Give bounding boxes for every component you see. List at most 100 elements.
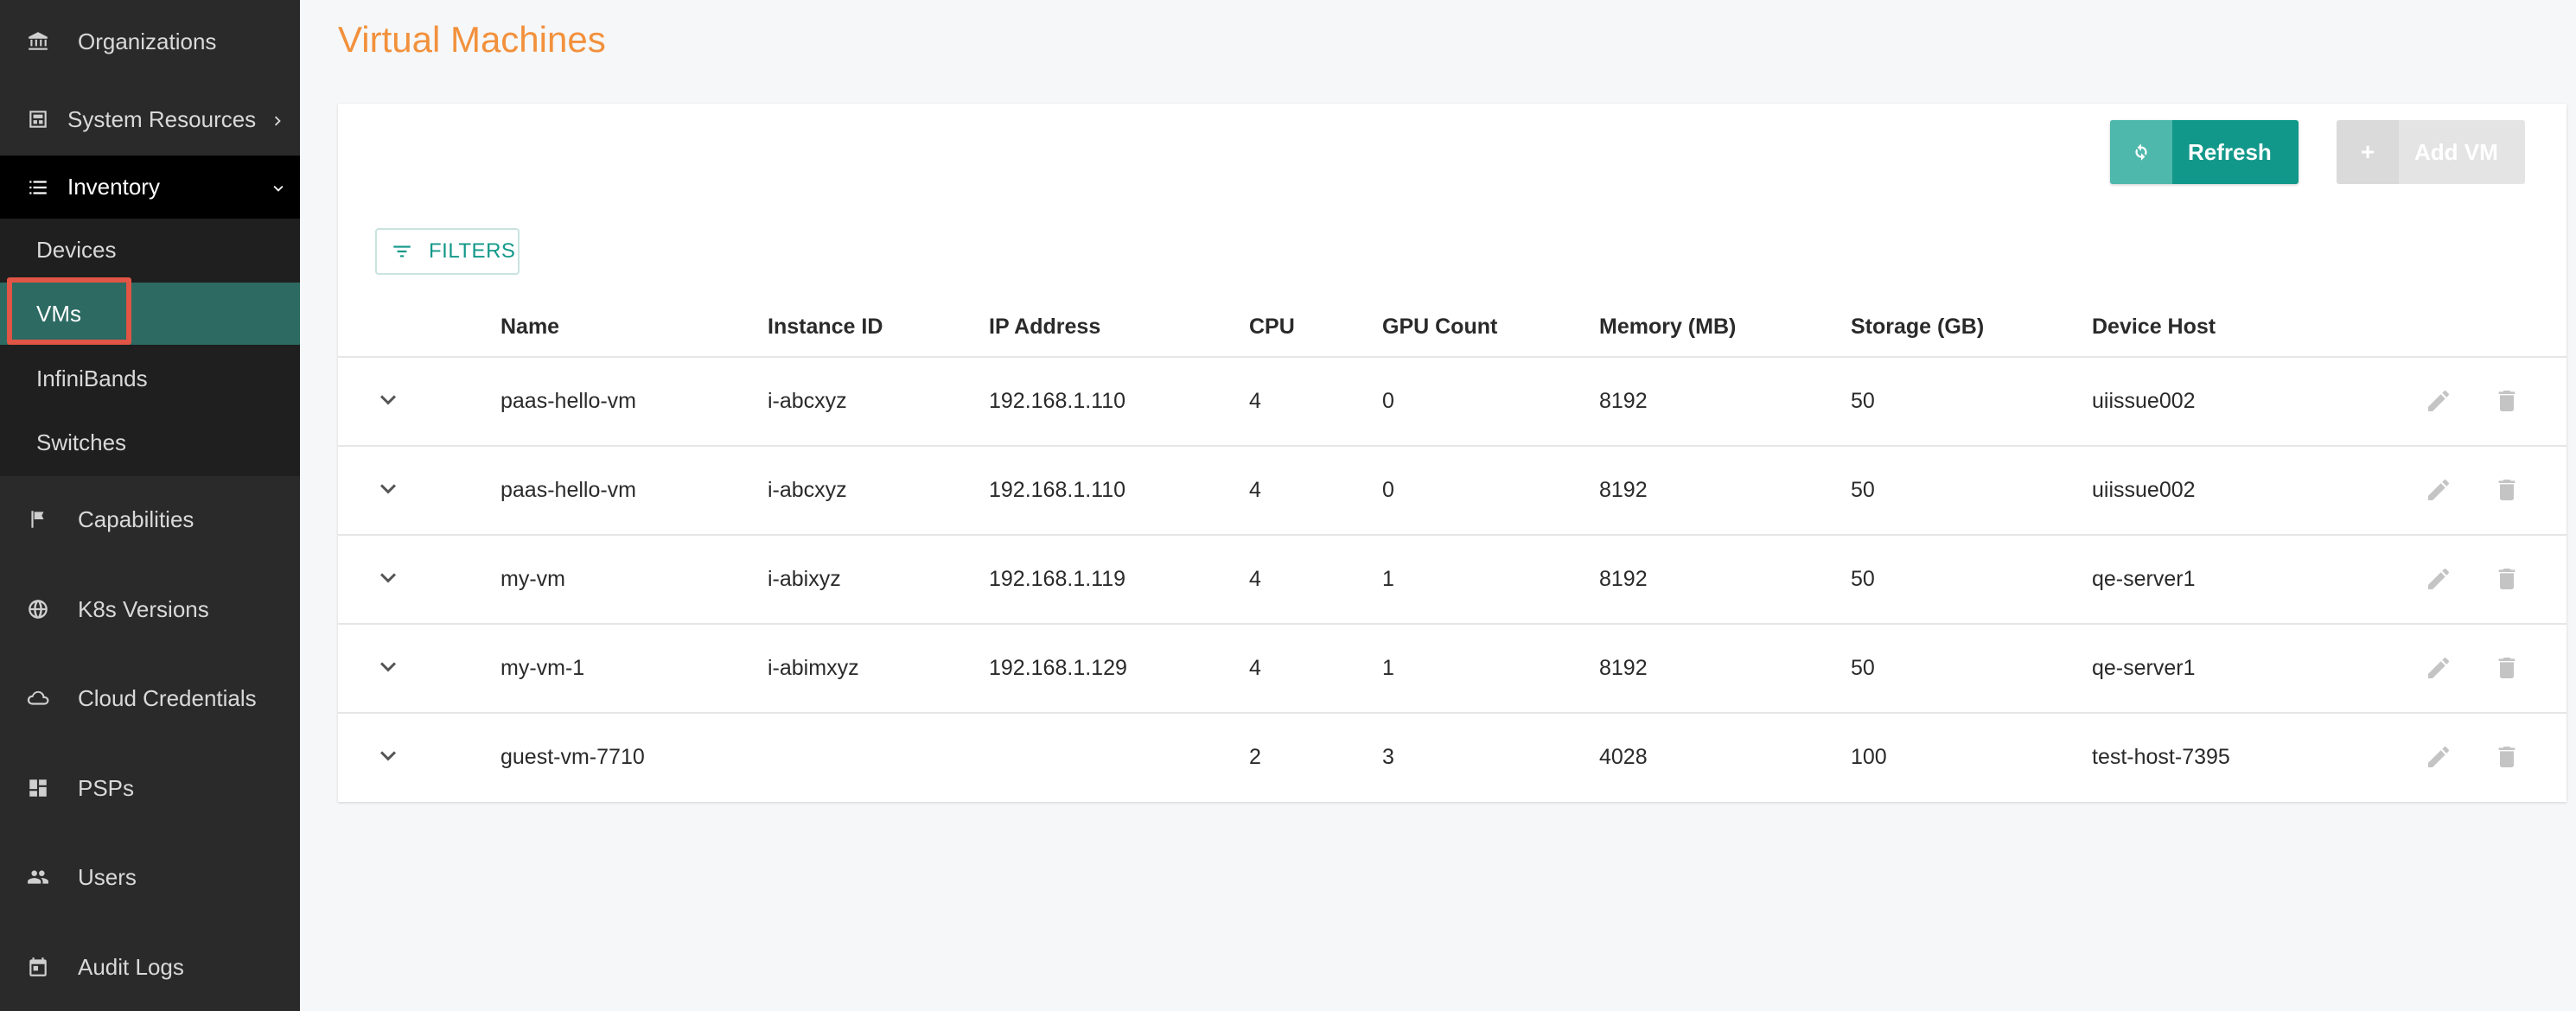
- expand-row-icon[interactable]: [373, 563, 404, 595]
- column-header-gpu-count[interactable]: GPU Count: [1382, 315, 1497, 340]
- sidebar-item-label: PSPs: [78, 774, 135, 801]
- cell-instance-id: i-abimxyz: [768, 655, 859, 680]
- sidebar-item-label: Users: [78, 863, 137, 890]
- refresh-icon: [2110, 120, 2172, 184]
- column-header-device-host[interactable]: Device Host: [2092, 315, 2216, 340]
- globe-icon: [26, 597, 50, 621]
- sidebar-item-system-resources[interactable]: System Resources: [0, 88, 300, 150]
- cell-name: paas-hello-vm: [501, 388, 637, 413]
- plus-icon: +: [2337, 120, 2399, 184]
- table-row[interactable]: guest-vm-7710 2 3 4028 100 test-host-739…: [338, 712, 2566, 801]
- table-row[interactable]: my-vm i-abixyz 192.168.1.119 4 1 8192 50…: [338, 534, 2566, 623]
- cell-instance-id: i-abcxyz: [768, 477, 847, 502]
- delete-icon[interactable]: [2493, 565, 2521, 593]
- filters-button[interactable]: FILTERS: [375, 228, 520, 275]
- table-row[interactable]: my-vm-1 i-abimxyz 192.168.1.129 4 1 8192…: [338, 623, 2566, 712]
- edit-icon[interactable]: [2425, 654, 2452, 682]
- cell-ip-address: 192.168.1.119: [989, 566, 1126, 591]
- column-header-storage[interactable]: Storage (GB): [1851, 315, 1984, 340]
- delete-icon[interactable]: [2493, 476, 2521, 504]
- cell-device-host: uiissue002: [2092, 477, 2196, 502]
- sidebar-item-audit-logs[interactable]: Audit Logs: [0, 937, 300, 997]
- sidebar-item-label: Organizations: [78, 28, 217, 54]
- sidebar-item-label: Devices: [36, 236, 117, 263]
- expand-row-icon[interactable]: [373, 652, 404, 684]
- column-header-instance-id[interactable]: Instance ID: [768, 315, 883, 340]
- highlight-box: [7, 277, 131, 345]
- edit-icon[interactable]: [2425, 476, 2452, 504]
- cell-memory: 8192: [1599, 655, 1648, 680]
- cell-memory: 8192: [1599, 388, 1648, 413]
- column-header-name[interactable]: Name: [501, 315, 559, 340]
- cell-device-host: test-host-7395: [2092, 744, 2230, 769]
- cell-memory: 8192: [1599, 477, 1648, 502]
- cell-ip-address: 192.168.1.129: [989, 655, 1127, 680]
- sidebar-item-label: Switches: [36, 429, 127, 455]
- dashboard-icon: [26, 776, 50, 800]
- sidebar-item-capabilities[interactable]: Capabilities: [0, 489, 300, 550]
- users-icon: [26, 865, 50, 889]
- cell-storage: 50: [1851, 388, 1875, 413]
- expand-row-icon[interactable]: [373, 474, 404, 506]
- delete-icon[interactable]: [2493, 743, 2521, 771]
- expand-row-icon[interactable]: [373, 385, 404, 416]
- filters-button-label: FILTERS: [429, 239, 516, 263]
- cell-instance-id: i-abixyz: [768, 566, 841, 591]
- refresh-button[interactable]: Refresh: [2110, 120, 2299, 184]
- cell-cpu: 4: [1249, 477, 1261, 502]
- refresh-button-label: Refresh: [2188, 138, 2272, 165]
- sidebar-item-label: InfiniBands: [36, 365, 148, 391]
- cell-gpu-count: 1: [1382, 655, 1394, 680]
- cell-cpu: 4: [1249, 388, 1261, 413]
- add-vm-button[interactable]: + Add VM: [2337, 120, 2525, 184]
- cell-memory: 8192: [1599, 566, 1648, 591]
- cell-instance-id: i-abcxyz: [768, 388, 847, 413]
- cell-device-host: uiissue002: [2092, 388, 2196, 413]
- sidebar-item-inventory[interactable]: Inventory: [0, 156, 300, 219]
- server-icon: [26, 107, 50, 131]
- sidebar-item-infinibands[interactable]: InfiniBands: [0, 347, 300, 410]
- add-vm-button-label: Add VM: [2414, 138, 2498, 165]
- sidebar-item-label: K8s Versions: [78, 595, 209, 622]
- sidebar-item-switches[interactable]: Switches: [0, 411, 300, 474]
- cell-name: my-vm-1: [501, 655, 585, 680]
- cell-memory: 4028: [1599, 744, 1648, 769]
- list-icon: [26, 175, 50, 200]
- calendar-icon: [26, 955, 50, 979]
- cell-device-host: qe-server1: [2092, 566, 2196, 591]
- sidebar-item-label: Capabilities: [78, 506, 194, 532]
- edit-icon[interactable]: [2425, 743, 2452, 771]
- sidebar-item-organizations[interactable]: Organizations: [0, 12, 300, 71]
- column-header-cpu[interactable]: CPU: [1249, 315, 1295, 340]
- inventory-submenu: Devices VMs InfiniBands Switches: [0, 219, 300, 476]
- column-header-memory[interactable]: Memory (MB): [1599, 315, 1736, 340]
- sidebar-item-devices[interactable]: Devices: [0, 219, 300, 281]
- expand-row-icon[interactable]: [373, 741, 404, 773]
- edit-icon[interactable]: [2425, 387, 2452, 415]
- cell-cpu: 2: [1249, 744, 1261, 769]
- table-row[interactable]: paas-hello-vm i-abcxyz 192.168.1.110 4 0…: [338, 356, 2566, 445]
- delete-icon[interactable]: [2493, 387, 2521, 415]
- cell-gpu-count: 3: [1382, 744, 1394, 769]
- cell-cpu: 4: [1249, 566, 1261, 591]
- column-header-ip-address[interactable]: IP Address: [989, 315, 1100, 340]
- sidebar: Organizations System Resources Inventory…: [0, 0, 300, 1011]
- sidebar-item-k8s-versions[interactable]: K8s Versions: [0, 579, 300, 639]
- sidebar-item-label: System Resources: [67, 105, 257, 132]
- cell-gpu-count: 0: [1382, 388, 1394, 413]
- cell-name: my-vm: [501, 566, 565, 591]
- page-title: Virtual Machines: [338, 19, 606, 60]
- edit-icon[interactable]: [2425, 565, 2452, 593]
- chevron-down-icon: [269, 178, 288, 197]
- sidebar-item-psps[interactable]: PSPs: [0, 758, 300, 818]
- delete-icon[interactable]: [2493, 654, 2521, 682]
- filter-icon: [393, 245, 411, 258]
- cell-gpu-count: 0: [1382, 477, 1394, 502]
- sidebar-item-users[interactable]: Users: [0, 847, 300, 907]
- sidebar-item-label: Cloud Credentials: [78, 684, 257, 711]
- cloud-icon: [26, 686, 50, 710]
- table-row[interactable]: paas-hello-vm i-abcxyz 192.168.1.110 4 0…: [338, 445, 2566, 534]
- sidebar-item-cloud-credentials[interactable]: Cloud Credentials: [0, 668, 300, 728]
- cell-gpu-count: 1: [1382, 566, 1394, 591]
- sidebar-item-label: Audit Logs: [78, 953, 184, 980]
